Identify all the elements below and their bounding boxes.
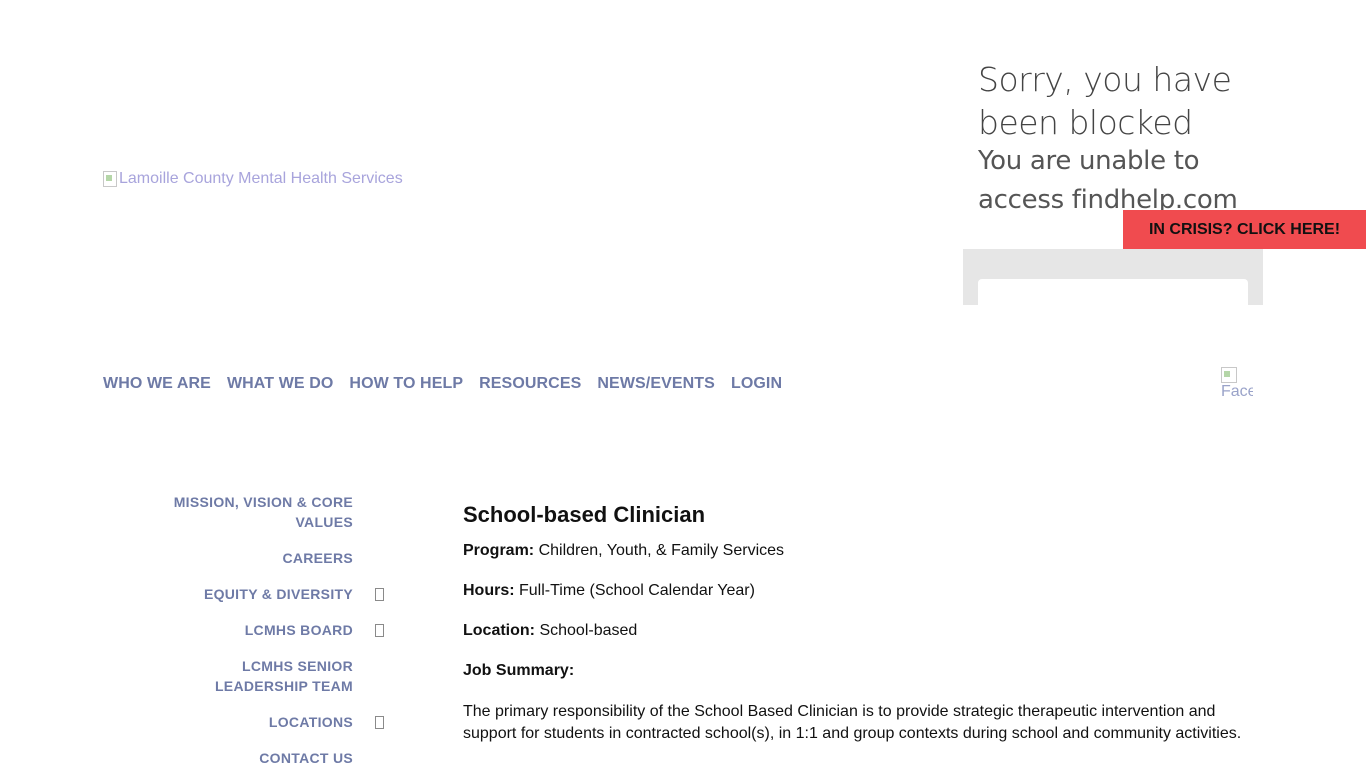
sidebar-item-contact[interactable]: CONTACT US [150, 748, 390, 768]
hours-value: Full-Time (School Calendar Year) [514, 582, 755, 599]
blocked-footer-panel [963, 249, 1263, 305]
expand-toggle-icon[interactable] [375, 624, 384, 637]
sidebar-item-label[interactable]: EQUITY & DIVERSITY [150, 584, 353, 604]
job-program: Program: Children, Youth, & Family Servi… [463, 541, 1263, 561]
main-nav: WHO WE ARE WHAT WE DO HOW TO HELP RESOUR… [103, 375, 782, 393]
job-content: School-based Clinician Program: Children… [463, 502, 1263, 745]
sidebar-item-label[interactable]: LOCATIONS [150, 712, 353, 732]
site-logo[interactable]: Lamoille County Mental Health Services [103, 170, 403, 188]
broken-image-icon [103, 171, 117, 187]
crisis-button[interactable]: IN CRISIS? CLICK HERE! [1123, 210, 1366, 249]
blocked-card [978, 279, 1248, 305]
facebook-icon [1221, 367, 1237, 383]
sidebar: MISSION, VISION & CORE VALUES CAREERS EQ… [150, 492, 390, 768]
program-label: Program: [463, 542, 535, 559]
nav-news-events[interactable]: NEWS/EVENTS [597, 375, 715, 393]
nav-who-we-are[interactable]: WHO WE ARE [103, 375, 211, 393]
nav-login[interactable]: LOGIN [731, 375, 782, 393]
sidebar-item-mission[interactable]: MISSION, VISION & CORE VALUES [150, 492, 390, 532]
job-title: School-based Clinician [463, 502, 706, 527]
sidebar-item-board[interactable]: LCMHS BOARD [150, 620, 390, 640]
logo-alt-text: Lamoille County Mental Health Services [119, 170, 403, 187]
sidebar-item-label[interactable]: LCMHS SENIOR LEADERSHIP TEAM [150, 656, 353, 696]
expand-toggle-icon[interactable] [375, 716, 384, 729]
hours-label: Hours: [463, 582, 515, 599]
page: Lamoille County Mental Health Services S… [0, 0, 1366, 768]
sidebar-item-leadership[interactable]: LCMHS SENIOR LEADERSHIP TEAM [150, 656, 390, 696]
location-label: Location: [463, 622, 535, 639]
sidebar-item-equity[interactable]: EQUITY & DIVERSITY [150, 584, 390, 604]
job-hours: Hours: Full-Time (School Calendar Year) [463, 581, 1263, 601]
facebook-link[interactable]: Face [1221, 367, 1253, 403]
job-summary-heading: Job Summary: [463, 662, 575, 679]
blocked-subtitle: You are unable to access findhelp.com [978, 146, 1238, 215]
sidebar-item-label[interactable]: CAREERS [150, 548, 353, 568]
sidebar-item-locations[interactable]: LOCATIONS [150, 712, 390, 732]
nav-how-to-help[interactable]: HOW TO HELP [349, 375, 463, 393]
location-value: School-based [535, 622, 638, 639]
sidebar-item-careers[interactable]: CAREERS [150, 548, 390, 568]
facebook-alt-text: Face [1221, 383, 1253, 400]
nav-resources[interactable]: RESOURCES [479, 375, 581, 393]
job-summary-text: The primary responsibility of the School… [463, 703, 1242, 742]
sidebar-item-label[interactable]: LCMHS BOARD [150, 620, 353, 640]
expand-toggle-icon[interactable] [375, 588, 384, 601]
nav-what-we-do[interactable]: WHAT WE DO [227, 375, 333, 393]
sidebar-item-label[interactable]: CONTACT US [150, 748, 353, 768]
blocked-title: Sorry, you have been blocked [978, 60, 1232, 142]
program-value: Children, Youth, & Family Services [534, 542, 785, 559]
sidebar-item-label[interactable]: MISSION, VISION & CORE VALUES [150, 492, 353, 532]
blocked-widget: Sorry, you have been blocked You are una… [963, 50, 1263, 305]
job-location: Location: School-based [463, 621, 1263, 641]
